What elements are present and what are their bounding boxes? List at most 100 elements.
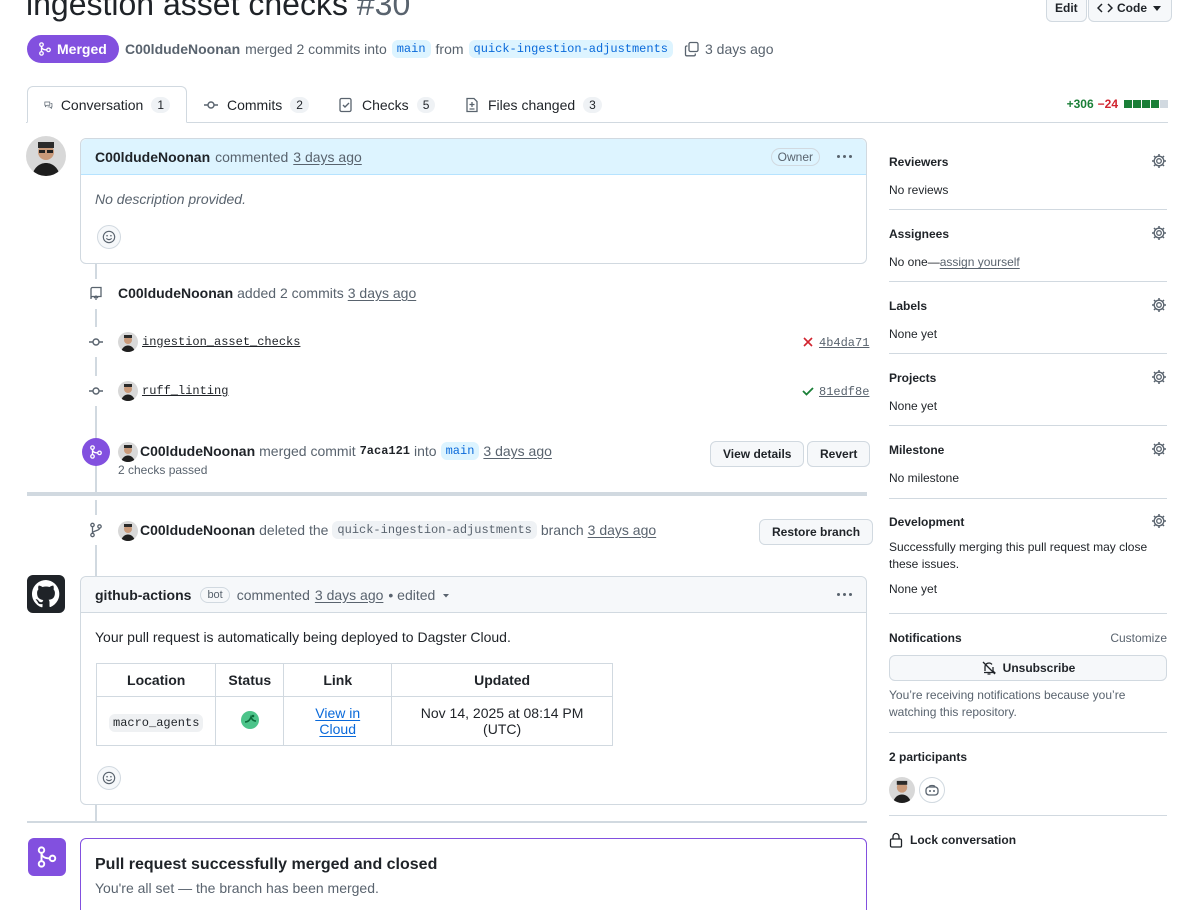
sidebar-assignees: Assignees No one—assign yourself bbox=[889, 225, 1167, 269]
event-time[interactable]: 3 days ago bbox=[348, 285, 417, 301]
sidebar-participants: 2 participants bbox=[889, 750, 1167, 803]
sidebar-divider bbox=[889, 815, 1167, 816]
comment-body: No description provided. bbox=[95, 191, 246, 207]
git-commit-icon bbox=[89, 338, 103, 346]
additions-count: +306 bbox=[1066, 97, 1094, 111]
bot-avatar[interactable] bbox=[919, 777, 945, 803]
merge-status-box: Pull request successfully merged and clo… bbox=[80, 838, 867, 910]
gear-icon[interactable] bbox=[1151, 369, 1167, 385]
tab-checks[interactable]: Checks 5 bbox=[322, 86, 451, 123]
commit-node bbox=[81, 376, 111, 406]
merge-status-subtitle: You're all set — the branch has been mer… bbox=[95, 880, 379, 896]
base-branch[interactable]: main bbox=[391, 40, 431, 58]
first-comment: C00ldudeNoonan commented 3 days ago Owne… bbox=[80, 138, 867, 264]
event-time[interactable]: 3 days ago bbox=[483, 443, 552, 459]
kebab-menu-icon[interactable] bbox=[837, 155, 852, 158]
restore-branch-button[interactable]: Restore branch bbox=[759, 519, 874, 545]
comment-time[interactable]: 3 days ago bbox=[293, 149, 362, 165]
avatar[interactable] bbox=[118, 332, 138, 352]
view-in-cloud-link[interactable]: View in Cloud bbox=[315, 705, 360, 737]
tab-conversation[interactable]: Conversation 1 bbox=[27, 86, 187, 123]
tab-commits[interactable]: Commits 2 bbox=[187, 86, 325, 123]
lock-conversation-button[interactable]: Lock conversation bbox=[889, 832, 1167, 848]
head-branch[interactable]: quick-ingestion-adjustments bbox=[468, 40, 673, 58]
timeline-separator bbox=[27, 821, 867, 823]
event-author[interactable]: C00ldudeNoonan bbox=[140, 522, 255, 538]
event-author[interactable]: C00ldudeNoonan bbox=[140, 443, 255, 459]
view-details-button[interactable]: View details bbox=[710, 441, 805, 467]
unsubscribe-button[interactable]: Unsubscribe bbox=[889, 655, 1167, 681]
sidebar-title[interactable]: Milestone bbox=[889, 443, 1167, 457]
commit-sha[interactable]: 81edf8e bbox=[819, 385, 869, 399]
gear-icon[interactable] bbox=[1151, 225, 1167, 241]
pr-time[interactable]: 3 days ago bbox=[705, 41, 774, 57]
avatar[interactable] bbox=[118, 521, 138, 541]
check-icon[interactable] bbox=[801, 384, 815, 398]
copy-icon[interactable] bbox=[684, 41, 700, 57]
tab-files-changed[interactable]: Files changed 3 bbox=[448, 86, 618, 123]
comment-author[interactable]: C00ldudeNoonan bbox=[95, 149, 210, 165]
assign-yourself-link[interactable]: assign yourself bbox=[940, 255, 1020, 269]
avatar[interactable] bbox=[118, 381, 138, 401]
commit-sha[interactable]: 4b4da71 bbox=[819, 336, 869, 350]
bot-badge: bot bbox=[200, 586, 230, 603]
author-link[interactable]: C00ldudeNoonan bbox=[125, 41, 240, 57]
gear-icon[interactable] bbox=[1151, 513, 1167, 529]
dagster-status-icon bbox=[240, 710, 259, 729]
table-row: macro_agents View in Cloud Nov 14, 2025 … bbox=[95, 696, 613, 746]
added-commits-event: C00ldudeNoonan added 2 commits 3 days ag… bbox=[118, 285, 416, 301]
gear-icon[interactable] bbox=[1151, 153, 1167, 169]
github-actions-avatar[interactable] bbox=[27, 575, 65, 613]
sidebar-divider bbox=[889, 425, 1167, 426]
sidebar-value: No one—assign yourself bbox=[889, 255, 1167, 269]
add-reaction-button[interactable] bbox=[97, 766, 121, 790]
merged-event: C00ldudeNoonan merged commit 7aca121 int… bbox=[140, 442, 552, 460]
merge-text: merged 2 commits into bbox=[245, 41, 387, 57]
sidebar-title[interactable]: Projects bbox=[889, 371, 1167, 385]
kebab-menu-icon[interactable] bbox=[837, 593, 852, 596]
sidebar-divider bbox=[889, 613, 1167, 614]
sidebar-value: No reviews bbox=[889, 183, 949, 197]
gear-icon[interactable] bbox=[1151, 297, 1167, 313]
target-branch[interactable]: main bbox=[440, 442, 480, 460]
code-button[interactable]: Code bbox=[1088, 0, 1172, 22]
sidebar-title[interactable]: Assignees bbox=[889, 227, 1167, 241]
merge-commit-sha[interactable]: 7aca121 bbox=[360, 444, 410, 458]
avatar[interactable] bbox=[889, 777, 915, 803]
comment-time[interactable]: 3 days ago bbox=[315, 587, 384, 603]
edit-button[interactable]: Edit bbox=[1046, 0, 1087, 22]
sidebar-reviewers: Reviewers No reviews bbox=[889, 153, 1167, 197]
avatar[interactable] bbox=[26, 136, 66, 176]
file-diff-icon bbox=[466, 97, 478, 112]
sidebar-title[interactable]: Reviewers bbox=[889, 155, 1167, 169]
commit-message[interactable]: ruff_linting bbox=[142, 384, 228, 398]
avatar[interactable] bbox=[118, 442, 138, 462]
table-header: Updated bbox=[391, 663, 613, 697]
deleted-branch-event: C00ldudeNoonan deleted the quick-ingesti… bbox=[140, 521, 656, 539]
checks-passed: 2 checks passed bbox=[118, 463, 208, 477]
sidebar-title[interactable]: Development bbox=[889, 515, 1167, 529]
comment-verb: commented bbox=[236, 586, 310, 603]
sidebar-title[interactable]: Labels bbox=[889, 299, 1167, 313]
pr-title: ingestion asset checks #30 bbox=[26, 0, 410, 23]
add-reaction-button[interactable] bbox=[97, 225, 121, 249]
from-text: from bbox=[435, 41, 464, 57]
participants-list bbox=[889, 777, 1167, 803]
event-icon bbox=[81, 279, 111, 309]
event-author[interactable]: C00ldudeNoonan bbox=[118, 285, 233, 301]
lock-icon bbox=[889, 832, 903, 848]
x-icon[interactable] bbox=[802, 336, 814, 348]
comment-verb: commented bbox=[215, 148, 289, 165]
sidebar-labels: Labels None yet bbox=[889, 297, 1167, 341]
commit-message[interactable]: ingestion_asset_checks bbox=[142, 335, 300, 349]
edited-dropdown[interactable]: • edited bbox=[388, 587, 435, 603]
gear-icon[interactable] bbox=[1151, 441, 1167, 457]
triangle-down-icon[interactable] bbox=[440, 589, 452, 601]
revert-button[interactable]: Revert bbox=[807, 441, 871, 467]
comment-author[interactable]: github-actions bbox=[95, 587, 191, 603]
sidebar-value: None yet bbox=[889, 399, 938, 413]
checklist-icon bbox=[339, 97, 352, 112]
event-time[interactable]: 3 days ago bbox=[588, 522, 657, 538]
customize-link[interactable]: Customize bbox=[1110, 631, 1167, 645]
bot-comment: github-actions bot commented 3 days ago … bbox=[80, 576, 867, 805]
